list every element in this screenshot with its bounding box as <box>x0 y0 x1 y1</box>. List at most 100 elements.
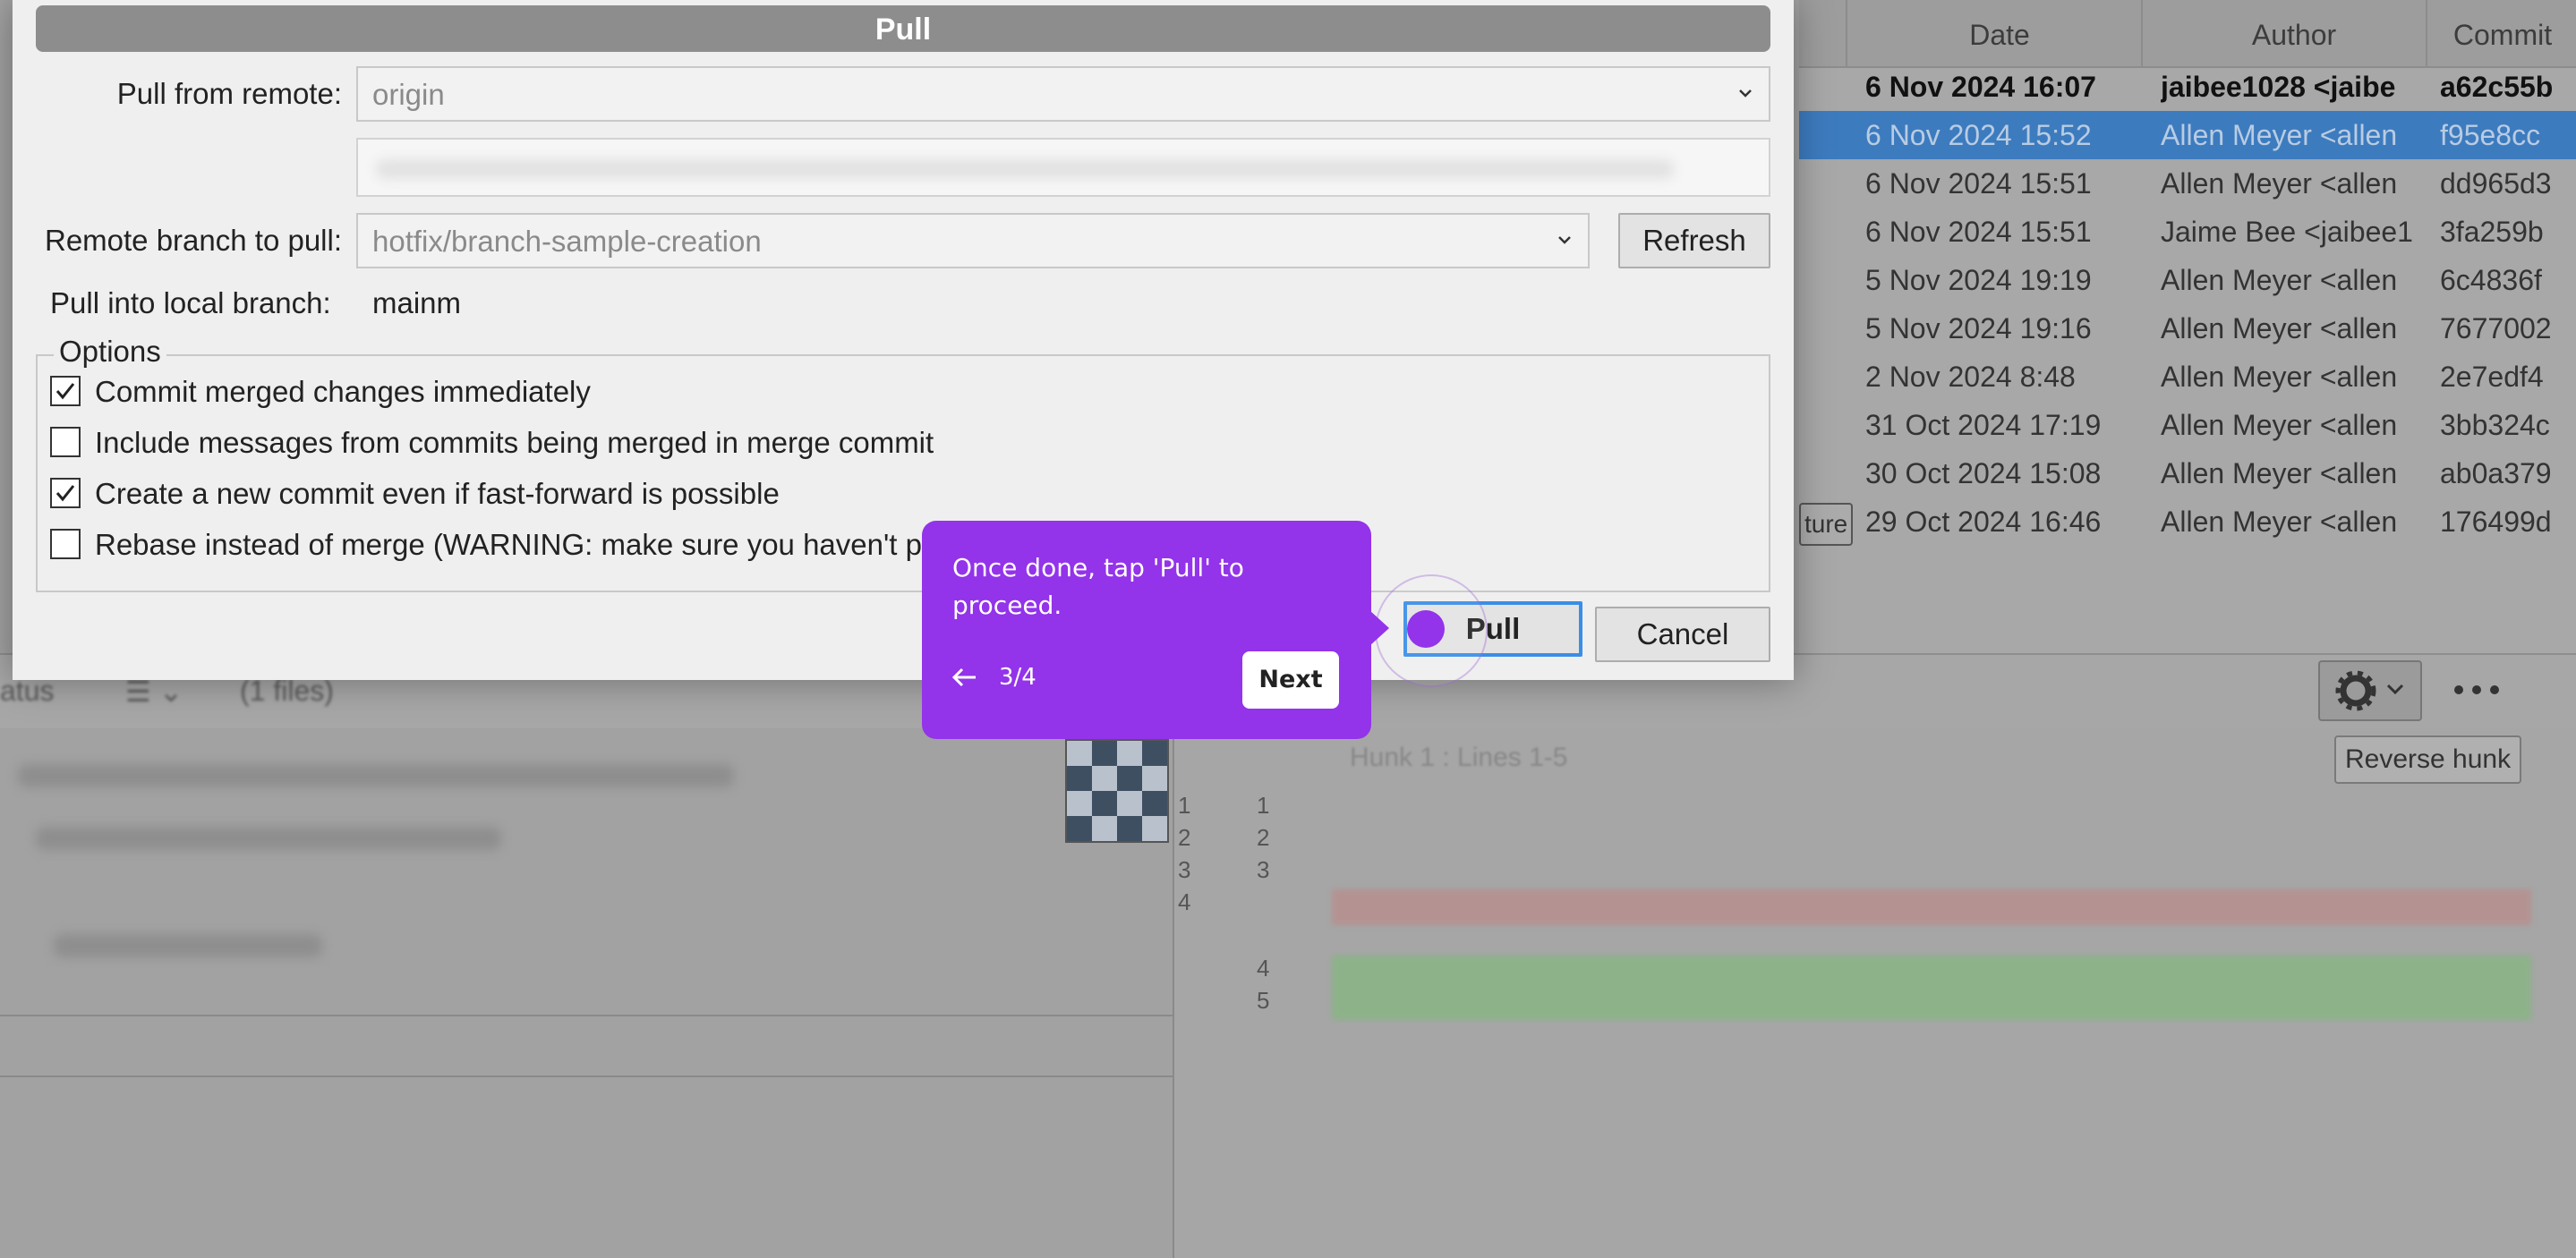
commit-row[interactable]: 5 Nov 2024 19:16 Allen Meyer <allen 767700… <box>1799 304 2576 353</box>
commit-author: Allen Meyer <allen <box>2161 119 2398 151</box>
line-number: 1 <box>1178 792 1191 819</box>
right-line-numbers: 1 2 3 <box>1257 789 1269 886</box>
checkbox-unchecked[interactable] <box>50 529 81 559</box>
cancel-button[interactable]: Cancel <box>1595 607 1770 662</box>
hunk-header: Hunk 1 : Lines 1-5 <box>1350 743 1568 772</box>
settings-gear-button[interactable] <box>2318 660 2422 721</box>
commit-date: 6 Nov 2024 15:51 <box>1865 167 2092 200</box>
commit-date: 6 Nov 2024 15:51 <box>1865 216 2092 248</box>
divider <box>0 1015 1174 1016</box>
branch-label-fragment: ture <box>1799 503 1854 546</box>
commit-date: 2 Nov 2024 8:48 <box>1865 361 2076 393</box>
commit-date: 6 Nov 2024 15:52 <box>1865 119 2092 151</box>
refresh-button[interactable]: Refresh <box>1618 213 1770 268</box>
line-number: 2 <box>1178 824 1191 851</box>
remote-branch-select[interactable]: hotfix/branch-sample-creation <box>356 213 1590 268</box>
commit-author: Allen Meyer <allen <box>2161 409 2398 441</box>
commit-column-header[interactable]: Commit <box>2426 0 2576 66</box>
option-label: Rebase instead of merge (WARNING: make s… <box>95 528 922 561</box>
option-label: Create a new commit even if fast-forward… <box>95 477 780 510</box>
commit-hash: 176499d <box>2440 506 2552 538</box>
hotspot-dot[interactable] <box>1407 610 1445 648</box>
commit-author: Allen Meyer <allen <box>2161 312 2398 344</box>
pull-dialog: Pull Pull from remote: origin Remote bra… <box>13 0 1794 680</box>
commit-hash: ab0a379 <box>2440 457 2552 489</box>
checkbox-checked[interactable] <box>50 478 81 508</box>
options-legend: Options <box>54 335 166 369</box>
commit-row[interactable]: 6 Nov 2024 15:51 Allen Meyer <allen dd965d… <box>1799 159 2576 208</box>
option-label: Include messages from commits being merg… <box>95 426 934 459</box>
next-button[interactable]: Next <box>1242 651 1339 709</box>
reverse-hunk-button[interactable]: Reverse hunk <box>2334 735 2522 784</box>
commit-hash: 7677002 <box>2440 312 2552 344</box>
commit-author: Allen Meyer <allen <box>2161 457 2398 489</box>
gear-icon <box>2335 670 2404 711</box>
line-number: 4 <box>1257 955 1270 982</box>
pull-from-remote-value: origin <box>372 78 445 111</box>
commit-hash: 6c4836f <box>2440 264 2542 296</box>
step-counter: 3/4 <box>999 664 1036 691</box>
graph-column-edge <box>1799 0 1806 66</box>
back-arrow-icon[interactable] <box>949 666 979 689</box>
commit-hash: 3bb324c <box>2440 409 2550 441</box>
blurred-file-entry <box>18 764 734 787</box>
commit-row[interactable]: 6 Nov 2024 15:52 Allen Meyer <allen f95e8c… <box>1799 111 2576 159</box>
commit-hash: 2e7edf4 <box>2440 361 2544 393</box>
commit-history-table: Date Author Commit 6 Nov 2024 16:07 jaibe… <box>1799 0 2576 653</box>
local-branch-label: Pull into local branch: <box>50 286 331 319</box>
commit-author: Allen Meyer <allen <box>2161 264 2398 296</box>
commit-row[interactable]: 2 Nov 2024 8:48 Allen Meyer <allen 2e7edf4 <box>1799 353 2576 401</box>
pull-from-remote-label: Pull from remote: <box>116 77 342 110</box>
commit-row[interactable]: 6 Nov 2024 15:51 Jaime Bee <jaibee1 3fa259… <box>1799 208 2576 256</box>
checkbox-checked[interactable] <box>50 376 81 406</box>
line-number: 4 <box>1178 888 1191 915</box>
commit-date: 29 Oct 2024 16:46 <box>1865 506 2102 538</box>
chevron-down-icon <box>1739 89 1752 98</box>
commit-hash: a62c55b <box>2440 71 2554 103</box>
remote-branch-label: Remote branch to pull: <box>44 224 342 257</box>
commit-author: Allen Meyer <allen <box>2161 506 2398 538</box>
commit-table-header: Date Author Commit <box>1799 0 2576 68</box>
line-number: 3 <box>1257 856 1270 883</box>
commit-hash: 3fa259b <box>2440 216 2544 248</box>
option-label: Commit merged changes immediately <box>95 375 591 408</box>
removed-line-highlight <box>1332 889 2531 925</box>
guide-tooltip: Once done, tap 'Pull' to proceed. 3/4 Ne… <box>922 521 1371 739</box>
commit-date: 6 Nov 2024 16:07 <box>1865 71 2096 103</box>
checkbox-unchecked[interactable] <box>50 427 81 457</box>
remote-branch-value: hotfix/branch-sample-creation <box>372 225 762 258</box>
commit-date: 5 Nov 2024 19:19 <box>1865 264 2092 296</box>
line-number: 3 <box>1178 856 1191 883</box>
more-options-icon[interactable] <box>2452 671 2506 707</box>
commit-hash: f95e8cc <box>2440 119 2541 151</box>
dialog-title: Pull <box>36 5 1770 52</box>
commit-date: 30 Oct 2024 15:08 <box>1865 457 2102 489</box>
pull-from-remote-select[interactable]: origin <box>356 66 1770 122</box>
commit-author: Allen Meyer <allen <box>2161 167 2398 200</box>
line-number: 2 <box>1257 824 1270 851</box>
line-number: 5 <box>1257 987 1270 1014</box>
commit-author: Jaime Bee <jaibee1 <box>2161 216 2413 248</box>
commit-date: 31 Oct 2024 17:19 <box>1865 409 2102 441</box>
tooltip-arrow <box>1369 610 1389 646</box>
tooltip-text: Once done, tap 'Pull' to proceed. <box>952 553 1244 620</box>
chevron-down-icon <box>1558 236 1571 244</box>
commit-hash: dd965d3 <box>2440 167 2552 200</box>
blurred-url-field <box>356 138 1770 197</box>
date-column-header[interactable]: Date <box>1846 0 2152 66</box>
commit-author: jaibee1028 <jaibe <box>2161 71 2396 103</box>
commit-row[interactable]: 30 Oct 2024 15:08 Allen Meyer <allen ab0a3… <box>1799 449 2576 497</box>
local-branch-value: mainm <box>372 286 462 319</box>
left-line-numbers: 1 2 3 4 <box>1178 789 1190 918</box>
commit-row[interactable]: 29 Oct 2024 16:46 Allen Meyer <allen 17649… <box>1799 497 2576 546</box>
commit-date: 5 Nov 2024 19:16 <box>1865 312 2092 344</box>
avatar-thumbnail <box>1065 739 1169 843</box>
commit-row[interactable]: 6 Nov 2024 16:07 jaibee1028 <jaibe a62c55b <box>1799 63 2576 111</box>
right-line-numbers-added: 45 <box>1257 952 1269 1016</box>
blurred-file-entry <box>54 934 322 957</box>
commit-row[interactable]: 31 Oct 2024 17:19 Allen Meyer <allen 3bb32… <box>1799 401 2576 449</box>
author-column-header[interactable]: Author <box>2141 0 2445 66</box>
divider <box>0 1075 1174 1077</box>
line-number: 1 <box>1257 792 1270 819</box>
commit-row[interactable]: 5 Nov 2024 19:19 Allen Meyer <allen 6c4836… <box>1799 256 2576 304</box>
